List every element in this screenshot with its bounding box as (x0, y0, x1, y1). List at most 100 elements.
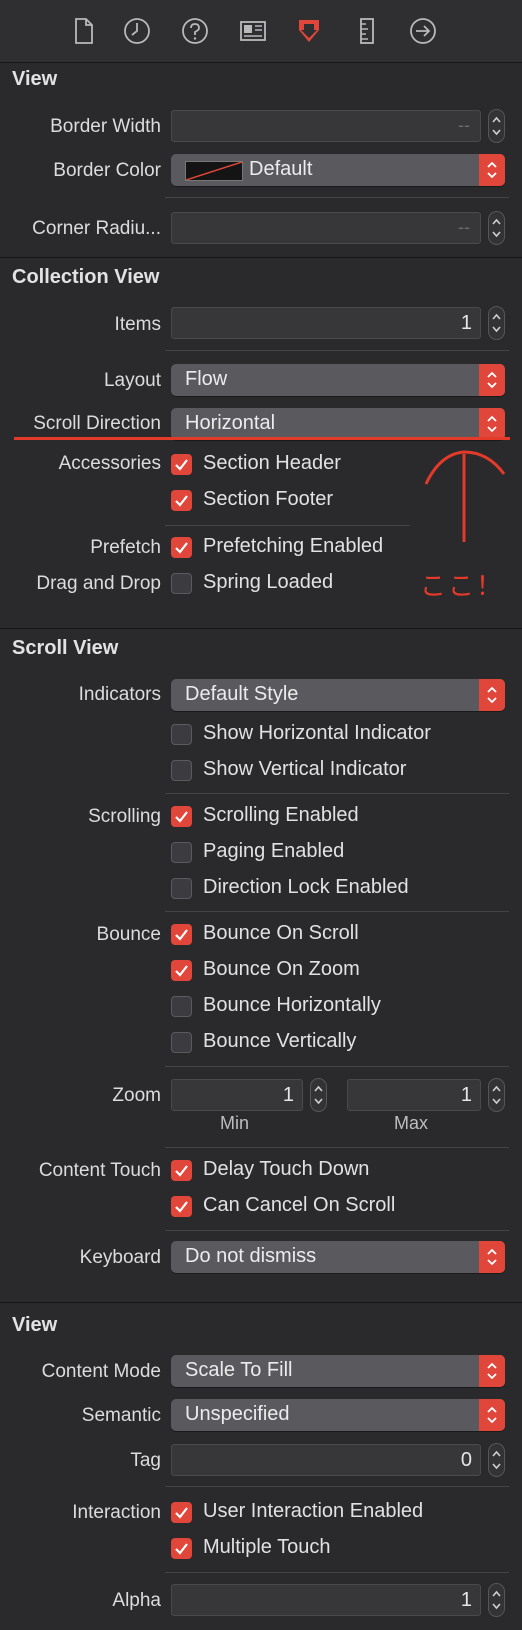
direction-lock-label: Direction Lock Enabled (203, 876, 409, 898)
accessories-label: Accessories (58, 453, 161, 474)
multiple-touch-checkbox[interactable] (171, 1538, 192, 1559)
annotation-arrow-icon (424, 450, 506, 542)
section-divider (0, 257, 522, 258)
alpha-field[interactable]: 1 (171, 1584, 481, 1616)
keyboard-popup[interactable]: Do not dismiss (171, 1241, 505, 1273)
zoom-min-value: 1 (282, 1084, 294, 1106)
bounce-on-zoom-label: Bounce On Zoom (203, 958, 360, 980)
section-divider (0, 1302, 522, 1303)
border-width-stepper[interactable] (488, 109, 505, 143)
zoom-min-stepper[interactable] (310, 1078, 327, 1112)
corner-radius-label: Corner Radiu... (32, 218, 161, 239)
divider (165, 1147, 509, 1148)
size-icon[interactable] (350, 14, 384, 48)
indicators-popup[interactable]: Default Style (171, 679, 505, 711)
bounce-vertically-checkbox[interactable] (171, 1032, 192, 1053)
bounce-on-scroll-checkbox[interactable] (171, 924, 192, 945)
bounce-horizontally-label: Bounce Horizontally (203, 994, 381, 1016)
content-mode-label: Content Mode (41, 1361, 161, 1382)
prefetching-enabled-label: Prefetching Enabled (203, 535, 384, 557)
content-touch-label: Content Touch (38, 1160, 161, 1181)
zoom-max-field[interactable]: 1 (347, 1079, 481, 1111)
popup-arrows-icon (479, 1399, 505, 1431)
layout-label: Layout (103, 370, 161, 391)
divider (165, 350, 509, 351)
tag-field[interactable]: 0 (171, 1444, 481, 1476)
identity-icon[interactable] (236, 14, 270, 48)
annotation-text: ここ！ (420, 572, 505, 602)
keyboard-value: Do not dismiss (185, 1245, 317, 1267)
semantic-value: Unspecified (185, 1403, 290, 1425)
divider (165, 793, 509, 794)
items-stepper[interactable] (488, 306, 505, 340)
bounce-horizontally-checkbox[interactable] (171, 996, 192, 1017)
content-mode-popup[interactable]: Scale To Fill (171, 1355, 505, 1387)
divider (165, 1230, 509, 1231)
connections-icon[interactable] (406, 14, 440, 48)
corner-radius-placeholder: -- (458, 217, 470, 237)
layout-popup[interactable]: Flow (171, 364, 505, 396)
bounce-vertically-label: Bounce Vertically (203, 1030, 357, 1052)
direction-lock-checkbox[interactable] (171, 878, 192, 899)
divider (165, 1572, 509, 1573)
show-horizontal-indicator-checkbox[interactable] (171, 724, 192, 745)
zoom-max-caption: Max (394, 1113, 429, 1133)
section-footer-checkbox[interactable] (171, 490, 192, 511)
scrolling-enabled-checkbox[interactable] (171, 806, 192, 827)
border-width-field[interactable]: -- (171, 110, 481, 142)
border-color-label: Border Color (53, 160, 161, 181)
scroll-direction-popup[interactable]: Horizontal (171, 408, 505, 440)
section-header-checkbox[interactable] (171, 454, 192, 475)
collection-view-section-title: Collection View (12, 266, 160, 288)
help-icon[interactable] (178, 14, 212, 48)
zoom-max-stepper[interactable] (488, 1078, 505, 1112)
popup-arrows-icon (479, 679, 505, 711)
spring-loaded-checkbox[interactable] (171, 573, 192, 594)
divider (165, 911, 509, 912)
alpha-stepper[interactable] (488, 1583, 505, 1617)
popup-arrows-icon (479, 364, 505, 396)
color-swatch (185, 161, 243, 181)
prefetching-enabled-checkbox[interactable] (171, 537, 192, 558)
popup-arrows-icon (479, 408, 505, 440)
items-field[interactable]: 1 (171, 307, 481, 339)
corner-radius-field[interactable]: -- (171, 212, 481, 244)
paging-enabled-label: Paging Enabled (203, 840, 345, 862)
popup-arrows-icon (479, 1241, 505, 1273)
attributes-icon[interactable] (292, 14, 326, 48)
semantic-label: Semantic (81, 1405, 161, 1426)
bounce-on-zoom-checkbox[interactable] (171, 960, 192, 981)
popup-arrows-icon (479, 1355, 505, 1387)
user-interaction-enabled-checkbox[interactable] (171, 1502, 192, 1523)
bounce-label: Bounce (96, 924, 161, 945)
scroll-direction-value: Horizontal (185, 412, 276, 434)
zoom-max-value: 1 (460, 1084, 472, 1106)
zoom-min-field[interactable]: 1 (171, 1079, 303, 1111)
indicators-label: Indicators (78, 684, 161, 705)
delay-touch-down-label: Delay Touch Down (203, 1158, 370, 1180)
prefetch-label: Prefetch (90, 537, 161, 558)
scroll-view-section-title: Scroll View (12, 637, 119, 659)
spring-loaded-label: Spring Loaded (203, 571, 334, 593)
scrolling-enabled-label: Scrolling Enabled (203, 804, 359, 826)
inspector-toolbar (0, 0, 522, 63)
corner-radius-stepper[interactable] (488, 211, 505, 245)
can-cancel-on-scroll-checkbox[interactable] (171, 1196, 192, 1217)
zoom-min-caption: Min (220, 1113, 250, 1133)
items-label: Items (114, 314, 161, 335)
divider (165, 1486, 509, 1487)
tag-stepper[interactable] (488, 1443, 505, 1477)
items-value: 1 (460, 312, 472, 334)
divider (165, 525, 410, 526)
view-section-title: View (12, 68, 58, 90)
semantic-popup[interactable]: Unspecified (171, 1399, 505, 1431)
scroll-direction-label: Scroll Direction (33, 413, 161, 434)
delay-touch-down-checkbox[interactable] (171, 1160, 192, 1181)
show-vertical-indicator-checkbox[interactable] (171, 760, 192, 781)
section-header-label: Section Header (203, 452, 341, 474)
border-color-popup[interactable]: Default (171, 154, 505, 186)
history-icon[interactable] (120, 14, 154, 48)
paging-enabled-checkbox[interactable] (171, 842, 192, 863)
file-inspector-icon[interactable] (66, 14, 100, 48)
interaction-label: Interaction (72, 1502, 161, 1523)
